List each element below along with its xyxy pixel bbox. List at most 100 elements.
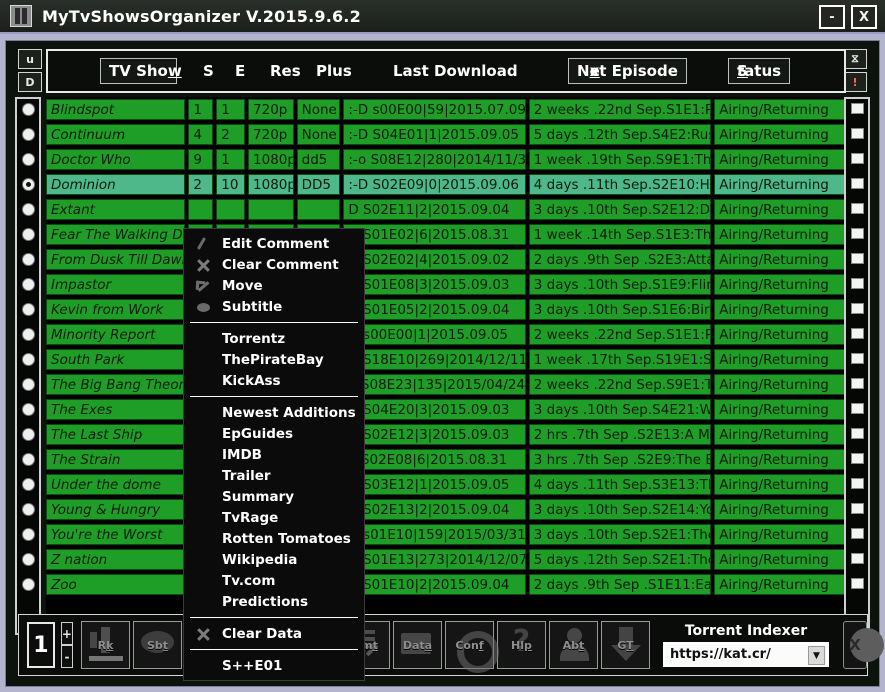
cell-next[interactable]: 1 week .17th Sep.S19E1:Seas [528,349,712,370]
table-row[interactable]: Extant D S02E11|2|2015.09.04 3 days .10th … [46,197,846,222]
menu-item-tv-com[interactable]: Tv.com [184,570,364,591]
row-checkbox[interactable] [850,103,864,114]
cell-last[interactable]: o S08E23|135|2015/04/24 [343,374,526,395]
cell-status[interactable]: Airing/Returning [714,449,846,470]
row-checkbox[interactable] [850,578,864,589]
cell-status[interactable]: Airing/Returning [714,399,846,420]
cell-last[interactable]: D S02E13|2|2015.09.04 [343,499,526,520]
cell-last[interactable]: D S02E12|3|2015.09.03 [343,424,526,445]
cell-show[interactable]: The Last Ship [46,424,186,445]
cell-status[interactable]: Airing/Returning [714,199,846,220]
cell-next[interactable]: 3 days .10th Sep.S2E12:Doub [528,199,712,220]
row-checkbox[interactable] [850,228,864,239]
column-header-tv-show[interactable]: TV Sho w [100,58,182,84]
row-checkbox[interactable] [850,503,864,514]
cell-show[interactable]: The Exes [46,399,186,420]
row-checkbox[interactable] [850,253,864,264]
menu-item-predictions[interactable]: Predictions [184,591,364,612]
cell-s[interactable]: 2 [188,174,214,195]
table-row[interactable]: The Last Ship D S02E12|3|2015.09.03 2 hrs … [46,422,846,447]
counter-decrement-button[interactable]: - [60,645,73,668]
cell-next[interactable]: 3 days .10th Sep.S4E21:What [528,399,712,420]
column-header-next-episode[interactable]: Ne xt Episode [568,58,687,84]
table-row[interactable]: Young & Hungry D S02E13|2|2015.09.04 3 day… [46,497,846,522]
table-row[interactable]: Zoo D S01E10|2|2015.09.04 2 days .9th Sep … [46,572,846,597]
row-radio[interactable] [21,353,35,366]
cell-show[interactable]: Kevin from Work [46,299,186,320]
cell-next[interactable]: 2 hrs .7th Sep .S2E13:A More [528,424,712,445]
cell-s[interactable] [188,199,214,220]
cell-status[interactable]: Airing/Returning [714,324,846,345]
cell-last[interactable]: o S02E08|6|2015.08.31 [343,449,526,470]
cell-last[interactable]: D S03E12|1|2015.09.05 [343,474,526,495]
menu-item-torrentz[interactable]: Torrentz [184,328,364,349]
cell-next[interactable]: 4 days .11th Sep.S3E13:The E [528,474,712,495]
menu-item-thepiratebay[interactable]: ThePirateBay [184,349,364,370]
cell-last[interactable]: D s00E00|1|2015.09.05 [343,324,526,345]
cell-show[interactable]: The Strain [46,449,186,470]
cell-next[interactable]: 2 weeks .22nd Sep.S1E1:Pilot [528,99,712,120]
cell-status[interactable]: Airing/Returning [714,124,846,145]
cell-status[interactable]: Airing/Returning [714,249,846,270]
cell-last[interactable]: D S01E02|6|2015.08.31 [343,224,526,245]
table-row[interactable]: South Park D S18E10|269|2014/12/11 1 week … [46,347,846,372]
cell-show[interactable]: Extant [46,199,186,220]
cell-status[interactable]: Airing/Returning [714,474,846,495]
cell-e[interactable]: 1 [216,149,246,170]
cell-last[interactable]: D S04E20|3|2015.09.03 [343,399,526,420]
cell-status[interactable]: Airing/Returning [714,499,846,520]
toolbar-button-sbt[interactable]: Sbt [132,621,182,669]
cell-next[interactable]: 3 days .10th Sep.S2E14:Young [528,499,712,520]
cell-status[interactable]: Airing/Returning [714,174,846,195]
cell-plus[interactable]: None [296,124,341,145]
torrent-indexer-select[interactable]: https://kat.cr/ ▼ [662,642,829,667]
row-radio[interactable] [21,428,35,441]
menu-item-imdb[interactable]: IMDB [184,444,364,465]
cell-next[interactable]: 2 days .9th Sep .S1E11:Eats, S [528,574,712,595]
cell-last[interactable]: D S02E11|2|2015.09.04 [343,199,526,220]
table-row[interactable]: Minority Report D s00E00|1|2015.09.05 2 we… [46,322,846,347]
cell-next[interactable]: 4 days .11th Sep.S2E10:House [528,174,712,195]
cell-show[interactable]: South Park [46,349,186,370]
menu-item-clear-comment[interactable]: Clear Comment [184,254,364,275]
cell-next[interactable]: 5 days .12th Sep.S4E2:Rush H [528,124,712,145]
cell-s[interactable]: 9 [188,149,214,170]
cell-next[interactable]: 1 week .14th Sep.S1E3:The D [528,224,712,245]
row-radio[interactable] [21,578,35,591]
table-row[interactable]: The Big Bang Theory o S08E23|135|2015/04/… [46,372,846,397]
counter-increment-button[interactable]: + [60,622,73,645]
cell-e[interactable] [216,199,246,220]
cell-plus[interactable]: DD5 [296,174,341,195]
cell-show[interactable]: You're the Worst [46,524,186,545]
row-radio[interactable] [21,128,35,141]
cell-plus[interactable]: dd5 [296,149,341,170]
cell-next[interactable]: 2 weeks .22nd Sep.S9E1:The [528,374,712,395]
cell-res[interactable]: 1080p [248,149,294,170]
column-header-status[interactable]: Status [728,58,791,84]
cell-res[interactable] [248,199,294,220]
row-checkbox[interactable] [850,553,864,564]
toolbar-button-data[interactable]: Data [392,621,442,669]
cell-show[interactable]: Z nation [46,549,186,570]
menu-item-trailer[interactable]: Trailer [184,465,364,486]
menu-item-edit-comment[interactable]: Edit Comment [184,233,364,254]
cell-show[interactable]: The Big Bang Theory [46,374,186,395]
cell-res[interactable]: 1080p [248,174,294,195]
cell-res[interactable]: 720p [248,124,294,145]
table-row[interactable]: Fear The Walking Dead D S01E02|6|2015.08.… [46,222,846,247]
alert-icon-button[interactable]: ! [843,72,867,92]
row-checkbox[interactable] [850,453,864,464]
menu-item-summary[interactable]: Summary [184,486,364,507]
row-checkbox[interactable] [850,353,864,364]
cell-status[interactable]: Airing/Returning [714,299,846,320]
menu-item-rotten-tomatoes[interactable]: Rotten Tomatoes [184,528,364,549]
table-row[interactable]: Z nation D S01E13|273|2014/12/07 5 days .1… [46,547,846,572]
toolbar-button-conf[interactable]: Conf [444,621,499,673]
row-checkbox[interactable] [850,153,864,164]
cell-show[interactable]: Continuum [46,124,186,145]
cell-last[interactable]: :-D S04E01|1|2015.09.05 [343,124,526,145]
cell-last[interactable]: D S01E13|273|2014/12/07 [343,549,526,570]
row-checkbox[interactable] [850,303,864,314]
cell-s[interactable]: 4 [188,124,214,145]
row-radio[interactable] [21,528,35,541]
